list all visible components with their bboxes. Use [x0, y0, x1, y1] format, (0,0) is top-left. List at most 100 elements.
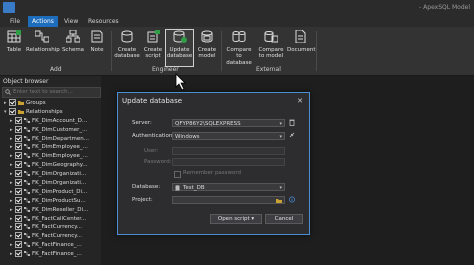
note-icon	[91, 30, 103, 43]
info-icon[interactable]	[289, 196, 295, 203]
checkbox[interactable]	[15, 232, 22, 240]
authentication-dropdown[interactable]: Windows ▾	[172, 132, 285, 140]
tree-node-relationship[interactable]: ▸ FK_FactCurrency...	[2, 223, 99, 232]
update-database-dialog: Update database ✕ Server: QFYP86Y2\SQLEX…	[117, 92, 310, 235]
checkbox[interactable]	[15, 116, 22, 124]
relationship-icon	[24, 242, 30, 248]
chevron-down-icon: ▾	[279, 121, 282, 127]
relationship-icon	[24, 180, 30, 186]
tree-node-relationship[interactable]: ▸ FK_DimProduct_Di...	[2, 187, 99, 197]
window-title: - ApexSQL Model	[419, 4, 470, 11]
schema-button[interactable]: Schema	[61, 29, 85, 53]
checkbox[interactable]	[9, 99, 16, 106]
tab-file[interactable]: File	[6, 16, 24, 27]
folder-icon	[18, 101, 24, 105]
note-button[interactable]: Note	[87, 30, 107, 53]
tree-node-relationship[interactable]: ▸ FK_FactFinance_...	[2, 241, 99, 250]
delete-icon[interactable]	[289, 119, 295, 126]
open-script-button[interactable]: Open script ▾	[210, 214, 262, 224]
checkbox[interactable]	[15, 214, 22, 222]
user-input[interactable]	[172, 147, 285, 155]
checkbox[interactable]	[15, 143, 22, 151]
relationship-button[interactable]: Relationship	[26, 30, 60, 53]
database-icon	[175, 185, 180, 191]
checkbox[interactable]	[15, 170, 22, 178]
object-tree: ▸ Groups ▾ Relationships ▸ FK_DimAccount_D.…	[2, 99, 99, 259]
connect-icon[interactable]	[289, 132, 295, 139]
relationship-icon	[24, 153, 30, 159]
compare-model-icon	[264, 31, 279, 43]
project-label: Project:	[132, 197, 153, 203]
cancel-button[interactable]: Cancel	[265, 214, 303, 224]
group-separator	[316, 31, 317, 71]
search-icon	[5, 89, 11, 95]
ribbon-tabs: File Actions View Resources	[0, 16, 474, 27]
server-dropdown[interactable]: QFYP86Y2\SQLEXPRESS ▾	[172, 119, 285, 127]
search-input[interactable]	[3, 88, 93, 96]
checkbox[interactable]	[15, 241, 22, 249]
script-icon	[147, 30, 160, 43]
password-label: Password:	[144, 159, 172, 165]
checkbox[interactable]	[15, 223, 22, 231]
tree-node-relationship[interactable]: ▸ FK_DimEmployee_...	[2, 143, 99, 152]
tree-node-relationship[interactable]: ▸ FK_FactCurrency...	[2, 232, 99, 241]
relationship-icon	[24, 233, 30, 239]
relationship-icon	[24, 135, 30, 141]
tree-node-relationship[interactable]: ▸ FK_DimProductSu...	[2, 196, 99, 206]
ribbon: Table Relationship Schema Note Add Creat…	[0, 27, 474, 76]
create-script-button[interactable]: Create script	[142, 30, 164, 60]
database-dropdown[interactable]: Test_DB ▾	[172, 183, 285, 191]
checkbox[interactable]	[15, 250, 22, 258]
chevron-down-icon: ▾	[279, 134, 282, 140]
tree-node-relationships[interactable]: ▾ Relationships	[2, 107, 99, 117]
folder-open-icon[interactable]	[276, 198, 282, 203]
create-model-button[interactable]: Create model	[196, 30, 218, 60]
compare-to-database-button[interactable]: Compare to database	[224, 30, 254, 66]
model-icon	[201, 30, 213, 43]
tree-node-relationship[interactable]: ▸ FK_DimReseller_Di...	[2, 205, 99, 215]
tree-node-relationship[interactable]: ▸ FK_FactFinance_...	[2, 250, 99, 259]
document-icon	[295, 29, 306, 44]
relationship-list: ▸ FK_DimAccount_D... ▸ FK_DimCustomer_... ▸ F…	[2, 116, 99, 259]
tab-resources[interactable]: Resources	[84, 16, 123, 27]
tree-node-relationship[interactable]: ▸ FK_DimGeography...	[2, 161, 99, 170]
checkbox[interactable]	[15, 125, 22, 133]
compare-database-icon	[232, 31, 246, 42]
project-input[interactable]	[172, 196, 285, 204]
create-database-button[interactable]: Create database	[114, 30, 140, 60]
mouse-cursor-icon	[175, 73, 186, 91]
checkbox[interactable]	[15, 179, 22, 187]
remember-password-checkbox[interactable]	[174, 171, 181, 178]
tab-actions[interactable]: Actions	[28, 16, 58, 27]
tree-node-relationship[interactable]: ▸ FK_DimDepartmen...	[2, 134, 99, 144]
checkbox[interactable]	[15, 152, 22, 160]
checkbox[interactable]	[15, 205, 22, 213]
tree-node-relationship[interactable]: ▸ FK_DimOrganizati...	[2, 179, 99, 188]
relationship-icon	[24, 117, 30, 123]
relationship-icon	[24, 215, 30, 221]
close-icon[interactable]: ✕	[297, 97, 303, 105]
checkbox[interactable]	[15, 134, 22, 142]
tree-node-relationship[interactable]: ▸ FK_DimOrganizati...	[2, 170, 99, 179]
tree-node-relationship[interactable]: ▸ FK_DimAccount_D...	[2, 116, 99, 126]
relationship-icon	[24, 188, 30, 194]
update-database-button[interactable]: Update database	[165, 29, 194, 67]
tab-view[interactable]: View	[60, 16, 82, 27]
checkbox[interactable]	[15, 161, 22, 169]
tree-node-relationship[interactable]: ▸ FK_FactCallCenter...	[2, 214, 99, 224]
update-database-icon	[173, 30, 187, 43]
document-button[interactable]: Document	[287, 29, 316, 53]
relationship-icon	[24, 206, 30, 212]
tree-node-relationship[interactable]: ▸ FK_DimCustomer_...	[2, 125, 99, 135]
relationship-icon	[24, 162, 30, 168]
password-input[interactable]	[172, 158, 285, 166]
checkbox[interactable]	[9, 107, 16, 115]
checkbox[interactable]	[15, 196, 22, 204]
remember-password-label: Remember password	[183, 170, 242, 176]
tree-node-groups[interactable]: ▸ Groups	[2, 99, 99, 108]
checkbox[interactable]	[15, 187, 22, 195]
relationship-icon	[24, 144, 30, 150]
table-button[interactable]: Table	[4, 30, 24, 53]
tree-node-relationship[interactable]: ▸ FK_DimEmployee_...	[2, 152, 99, 161]
compare-to-model-button[interactable]: Compare to model	[257, 30, 285, 60]
